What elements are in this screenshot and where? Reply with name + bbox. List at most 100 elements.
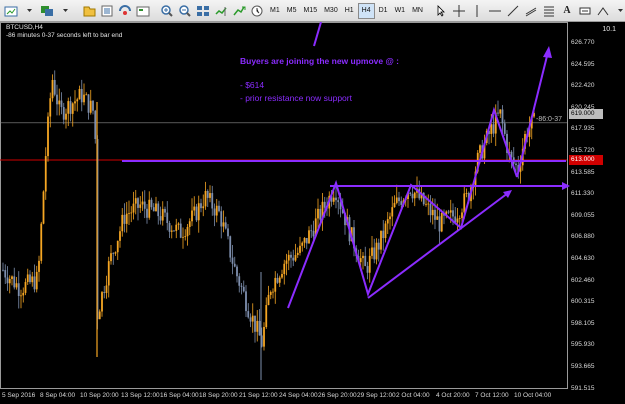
bull-candle-body <box>440 212 443 232</box>
bear-candle-body <box>236 266 238 277</box>
bear-candle-body <box>400 201 403 205</box>
bear-candle-body <box>92 100 94 111</box>
price-axis-label: 611.330 <box>571 190 595 198</box>
bull-candle-body <box>116 240 119 253</box>
bear-candle-body <box>53 79 56 95</box>
tile-windows-icon[interactable] <box>195 2 211 20</box>
bear-candle-body <box>152 207 155 212</box>
chart-area[interactable]: BTCUSD,H4 -86 minutes 0-37 seconds left … <box>0 22 625 404</box>
red-line-price-box: 613.000 <box>569 155 603 165</box>
bull-candle-body <box>47 116 49 157</box>
bull-candle-body <box>499 109 502 114</box>
bear-candle-body <box>224 222 227 229</box>
bear-candle-body <box>33 276 36 290</box>
bull-candle-body <box>76 99 79 102</box>
timeframe-h4-button[interactable]: H4 <box>357 2 375 19</box>
market-watch-icon[interactable] <box>99 2 115 20</box>
bull-candle-body <box>308 230 310 244</box>
bear-candle-body <box>310 230 313 232</box>
text-label-icon[interactable] <box>577 2 593 20</box>
bear-candle-body <box>2 269 4 271</box>
scale-label: 10.1 <box>602 26 616 33</box>
bear-candle-body <box>452 210 454 217</box>
resistance-arrow-head <box>562 182 570 190</box>
bear-candle-body <box>364 255 367 267</box>
navigator-icon[interactable] <box>135 2 151 20</box>
bull-candle-body <box>449 210 452 213</box>
bull-candle-body <box>121 214 124 232</box>
trendline-icon[interactable] <box>505 2 521 20</box>
new-chart-icon[interactable] <box>3 2 19 20</box>
bull-candle-body <box>128 213 130 214</box>
cursor-icon[interactable] <box>433 2 449 20</box>
zoom-out-icon[interactable] <box>177 2 193 20</box>
bull-candle-body <box>193 206 196 211</box>
bear-candle-body <box>337 200 340 203</box>
bear-candle-body <box>211 193 214 209</box>
zoom-in-icon[interactable] <box>159 2 175 20</box>
bull-candle-body <box>413 192 416 199</box>
arrows-icon[interactable] <box>595 2 611 20</box>
price-axis-label: 600.315 <box>571 298 595 306</box>
timeframe-m15-button[interactable]: M15 <box>300 3 320 19</box>
bull-candle-body <box>436 216 439 220</box>
bull-candle-body <box>148 199 151 218</box>
price-axis-label: 613.585 <box>571 168 595 176</box>
price-axis-label: 598.105 <box>571 319 595 327</box>
bull-candle-body <box>294 255 297 261</box>
timeframe-m5-button[interactable]: M5 <box>284 3 300 19</box>
favorites-icon[interactable] <box>81 2 97 20</box>
price-axis-label: 593.665 <box>571 363 595 370</box>
periods-icon[interactable] <box>249 2 265 20</box>
bull-candle-body <box>380 230 382 250</box>
chart-shift-icon[interactable] <box>213 2 229 20</box>
bull-candle-body <box>175 224 178 231</box>
timeframe-d1-button[interactable]: D1 <box>376 3 391 19</box>
autoscroll-icon[interactable] <box>231 2 247 20</box>
fibonacci-icon[interactable] <box>541 2 557 20</box>
plot-border <box>0 22 568 389</box>
bull-candle-body <box>186 226 189 237</box>
bear-candle-body <box>60 100 63 108</box>
bear-candle-body <box>13 276 16 288</box>
text-icon[interactable]: A <box>559 2 575 20</box>
bull-candle-body <box>393 202 396 208</box>
bear-candle-body <box>4 270 7 278</box>
bear-candle-body <box>366 266 369 273</box>
bull-candle-body <box>51 79 54 99</box>
profiles-icon[interactable] <box>39 2 55 20</box>
dropdown-arrow-icon[interactable] <box>613 2 625 20</box>
bull-candle-body <box>8 278 11 284</box>
timeframe-h1-button[interactable]: H1 <box>342 3 357 19</box>
bear-candle-body <box>220 211 223 227</box>
vertical-line-icon[interactable] <box>469 2 485 20</box>
bull-candle-body <box>114 252 117 254</box>
price-axis-label: 602.460 <box>571 276 595 284</box>
toolbar-pointer-arrow <box>313 22 322 47</box>
price-chart[interactable] <box>0 22 625 404</box>
data-window-icon[interactable] <box>117 2 133 20</box>
bull-candle-body <box>44 156 47 192</box>
bull-candle-body <box>125 213 128 224</box>
bull-candle-body <box>74 101 76 104</box>
bear-candle-body <box>429 203 432 216</box>
bear-candle-body <box>112 253 115 254</box>
crosshair-icon[interactable] <box>451 2 467 20</box>
bear-candle-body <box>150 199 153 208</box>
equidistant-channel-icon[interactable] <box>523 2 539 20</box>
timeframe-mn-button[interactable]: MN <box>409 3 426 19</box>
bull-candle-body <box>132 203 135 213</box>
horizontal-line-icon[interactable] <box>487 2 503 20</box>
bear-candle-body <box>166 212 169 224</box>
timeframe-m30-button[interactable]: M30 <box>321 3 341 19</box>
timeframe-m1-button[interactable]: M1 <box>267 3 283 19</box>
dropdown-arrow-icon[interactable] <box>57 2 73 20</box>
bear-candle-body <box>249 317 252 322</box>
time-axis-label: 18 Sep 20:00 <box>199 392 238 399</box>
timeframe-w1-button[interactable]: W1 <box>392 3 409 19</box>
bear-candle-body <box>276 277 279 283</box>
price-axis-label: 622.420 <box>571 82 595 90</box>
bull-candle-body <box>15 283 18 288</box>
dropdown-arrow-icon[interactable] <box>21 2 37 20</box>
annotation-line-1: - $614 <box>240 80 265 90</box>
